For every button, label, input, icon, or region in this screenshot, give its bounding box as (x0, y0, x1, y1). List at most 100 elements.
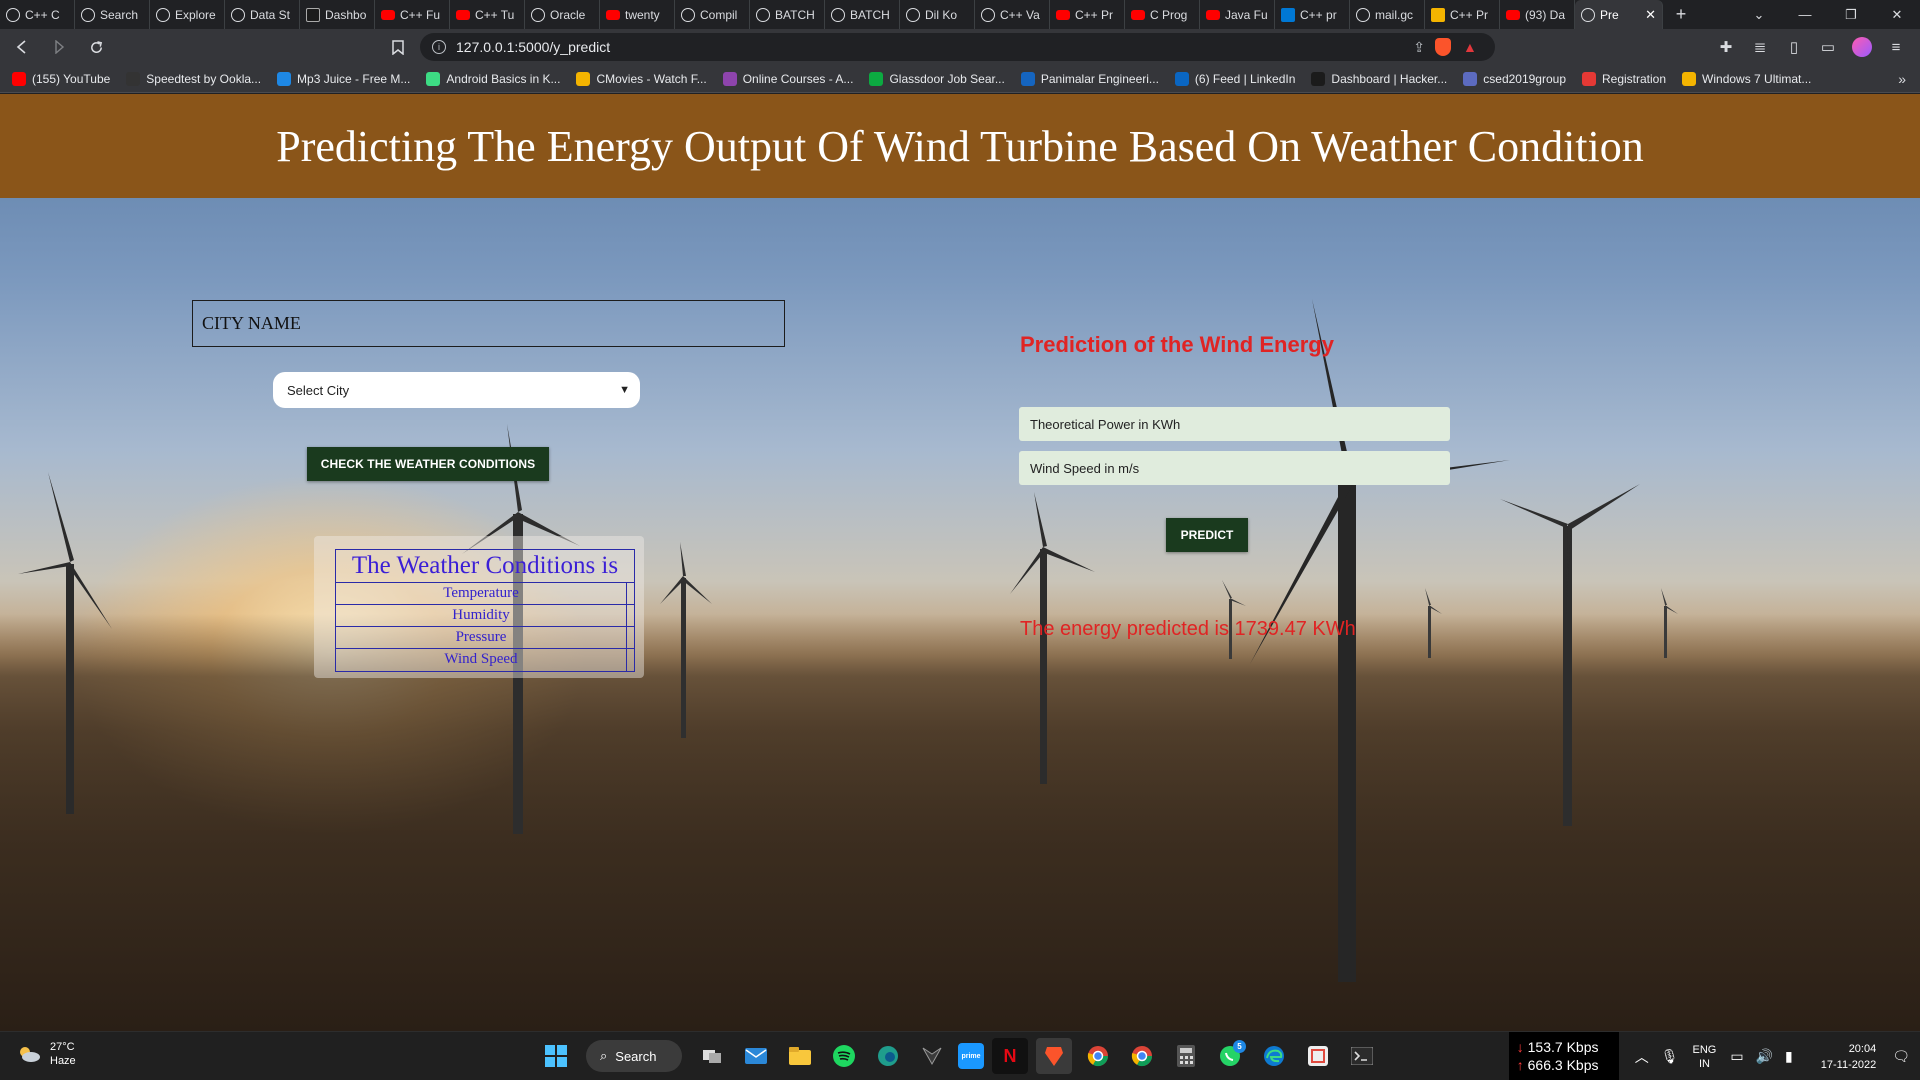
notification-icon[interactable]: 🗨 (1892, 1048, 1910, 1065)
terminal-icon[interactable] (1344, 1038, 1380, 1074)
tab[interactable]: Compil (675, 0, 750, 29)
bookmark-item[interactable]: (155) YouTube (12, 71, 110, 86)
bookmark-item[interactable]: Glassdoor Job Sear... (869, 71, 1005, 86)
restore-button[interactable]: ❐ (1828, 0, 1874, 29)
file-explorer-icon[interactable] (782, 1038, 818, 1074)
mail-app-icon[interactable] (738, 1038, 774, 1074)
wallet-icon[interactable]: ▭ (1814, 33, 1842, 61)
microphone-icon[interactable]: 🎙 (1661, 1048, 1679, 1065)
tab[interactable]: C++ pr (1275, 0, 1350, 29)
tab[interactable]: Oracle (525, 0, 600, 29)
netflix-icon[interactable]: N (992, 1038, 1028, 1074)
tab[interactable]: Dil Ko (900, 0, 975, 29)
tab-search-icon[interactable]: ⌄ (1736, 0, 1782, 29)
tab[interactable]: C++ Pr (1425, 0, 1500, 29)
media-control-icon[interactable]: ≣ (1746, 33, 1774, 61)
youtube-favicon-icon (606, 9, 620, 20)
sidebar-icon[interactable]: ▯ (1780, 33, 1808, 61)
start-button[interactable] (538, 1038, 574, 1074)
tab[interactable]: C++ C (0, 0, 75, 29)
tab-label: Oracle (550, 7, 586, 22)
youtube-favicon-icon (1131, 9, 1145, 20)
tab[interactable]: Search (75, 0, 150, 29)
spotify-icon[interactable] (826, 1038, 862, 1074)
close-tab-icon[interactable]: ✕ (1645, 7, 1656, 23)
tab[interactable]: Dashbo (300, 0, 375, 29)
show-hidden-icons-chevron-icon[interactable]: ︿ (1635, 1047, 1649, 1067)
tab[interactable]: (93) Da (1500, 0, 1575, 29)
tab-label: Dashbo (325, 7, 367, 22)
bookmark-item[interactable]: Android Basics in K... (426, 71, 560, 86)
reload-button[interactable] (81, 32, 111, 62)
bookmark-favicon-icon (1463, 71, 1478, 86)
theoretical-power-input[interactable]: Theoretical Power in KWh (1019, 407, 1450, 441)
forward-button[interactable] (44, 32, 74, 62)
prime-video-icon[interactable]: prime (958, 1043, 984, 1069)
bookmark-item[interactable]: Windows 7 Ultimat... (1682, 71, 1811, 86)
bookmark-this-page-button[interactable] (385, 34, 411, 60)
wind-speed-input[interactable]: Wind Speed in m/s (1019, 451, 1450, 485)
predict-button[interactable]: PREDICT (1166, 518, 1248, 552)
back-button[interactable] (7, 32, 37, 62)
tab[interactable]: Explore (150, 0, 225, 29)
network-icon[interactable]: ▭ (1730, 1048, 1743, 1065)
edge-dev-icon[interactable] (870, 1038, 906, 1074)
brave-browser-icon[interactable] (1036, 1038, 1072, 1074)
new-tab-button[interactable]: + (1667, 4, 1695, 25)
url-text[interactable]: 127.0.0.1:5000/y_predict (456, 39, 610, 55)
edge-icon[interactable] (1256, 1038, 1292, 1074)
whatsapp-icon[interactable]: 5 (1212, 1038, 1248, 1074)
tab[interactable]: Data St (225, 0, 300, 29)
bookmark-item[interactable]: Dashboard | Hacker... (1311, 71, 1447, 86)
close-window-button[interactable]: ✕ (1874, 0, 1920, 29)
extensions-icon[interactable]: ✚ (1712, 33, 1740, 61)
site-info-icon[interactable]: i (432, 40, 446, 54)
weather-widget[interactable]: 27°C Haze (16, 1040, 76, 1068)
tab[interactable]: C++ Tu (450, 0, 525, 29)
browser-toolbar: i 127.0.0.1:5000/y_predict ⇪ ▲ ✚ ≣ ▯ ▭ ≡ (0, 29, 1920, 65)
check-weather-button[interactable]: CHECK THE WEATHER CONDITIONS (307, 447, 549, 481)
menu-icon[interactable]: ≡ (1882, 33, 1910, 61)
taskbar-search[interactable]: ⌕ Search (586, 1040, 682, 1072)
predator-sense-icon[interactable] (914, 1038, 950, 1074)
brave-rewards-icon[interactable]: ▲ (1463, 39, 1481, 55)
tab[interactable]: C++ Pr (1050, 0, 1125, 29)
bookmark-item[interactable]: Panimalar Engineeri... (1020, 71, 1159, 86)
tab[interactable]: C Prog (1125, 0, 1200, 29)
snipping-tool-icon[interactable] (1300, 1038, 1336, 1074)
minimize-button[interactable]: — (1782, 0, 1828, 29)
chrome-profile-icon[interactable] (1124, 1038, 1160, 1074)
download-speed: 153.7 Kbps (1527, 1039, 1599, 1055)
bookmark-item[interactable]: Speedtest by Ookla... (126, 71, 261, 86)
calculator-icon[interactable] (1168, 1038, 1204, 1074)
brave-shields-icon[interactable] (1435, 38, 1451, 56)
tab-label: Dil Ko (925, 7, 958, 22)
pressure-label: Pressure (336, 627, 627, 648)
language-indicator[interactable]: ENG IN (1693, 1043, 1717, 1071)
clock[interactable]: 20:04 17-11-2022 (1821, 1041, 1876, 1073)
bookmark-item[interactable]: Registration (1582, 71, 1666, 86)
address-bar[interactable]: i 127.0.0.1:5000/y_predict ⇪ ▲ (420, 33, 1495, 61)
task-view-icon[interactable] (694, 1038, 730, 1074)
tab-active[interactable]: Pre ✕ (1575, 0, 1663, 29)
bookmark-item[interactable]: Mp3 Juice - Free M... (277, 71, 410, 86)
volume-icon[interactable]: 🔊 (1756, 1048, 1773, 1065)
tab[interactable]: twenty (600, 0, 675, 29)
more-bookmarks-icon[interactable]: » (1898, 71, 1906, 87)
tab[interactable]: C++ Va (975, 0, 1050, 29)
share-icon[interactable]: ⇪ (1413, 39, 1425, 56)
battery-icon[interactable]: ▮ (1785, 1048, 1793, 1065)
city-name-input[interactable]: CITY NAME (192, 300, 785, 347)
bookmark-item[interactable]: Online Courses - A... (722, 71, 853, 86)
profile-avatar[interactable] (1852, 37, 1872, 57)
tab[interactable]: C++ Fu (375, 0, 450, 29)
city-select-dropdown[interactable]: Select City ▼ (273, 372, 640, 408)
bookmark-item[interactable]: (6) Feed | LinkedIn (1174, 71, 1295, 86)
tab[interactable]: BATCH (750, 0, 825, 29)
bookmark-item[interactable]: CMovies - Watch F... (576, 71, 707, 86)
chrome-icon[interactable] (1080, 1038, 1116, 1074)
tab[interactable]: BATCH (825, 0, 900, 29)
tab[interactable]: Java Fu (1200, 0, 1275, 29)
tab[interactable]: mail.gc (1350, 0, 1425, 29)
bookmark-item[interactable]: csed2019group (1463, 71, 1566, 86)
